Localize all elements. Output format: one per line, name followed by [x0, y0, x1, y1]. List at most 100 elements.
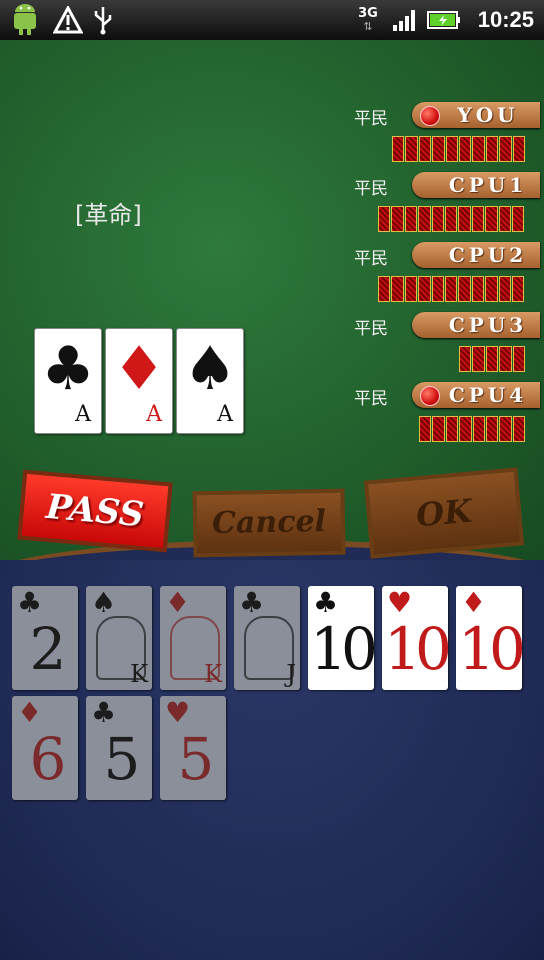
card-rank: 10	[384, 615, 448, 683]
card-back	[472, 346, 485, 372]
card-rank: 2	[29, 615, 67, 683]
card-back	[458, 276, 471, 302]
card-back	[512, 346, 525, 372]
player-name: CPU3	[448, 313, 528, 337]
player-rank: 平民	[354, 249, 388, 269]
card-backs	[378, 276, 525, 304]
hand-card[interactable]: ♦ 10	[456, 586, 522, 690]
card-back	[445, 136, 458, 162]
club-icon: ♣	[41, 334, 95, 404]
card-rank: A	[146, 402, 162, 427]
player-name: CPU1	[448, 173, 528, 197]
player-name: YOU	[457, 103, 519, 127]
hand-card[interactable]: ♣ 10	[308, 586, 374, 690]
card-back	[378, 206, 391, 232]
signal-icon	[390, 0, 420, 40]
card-back	[512, 136, 525, 162]
player-name-tag: CPU1	[412, 172, 540, 198]
card-back	[392, 136, 405, 162]
card-back	[445, 416, 459, 442]
card-rank: J	[286, 660, 296, 688]
hand-card[interactable]: ♠ K	[86, 586, 152, 690]
club-icon: ♣	[17, 586, 43, 619]
card-back	[431, 276, 444, 302]
card-rank: K	[204, 660, 222, 688]
card-rank: A	[217, 402, 233, 427]
played-card-spade-ace: ♠ A	[176, 328, 244, 434]
ok-button[interactable]: OK	[363, 467, 525, 559]
status-bar: 3G ⇅ 10:25	[0, 0, 544, 40]
card-back	[404, 206, 418, 232]
diamond-icon: ♦	[112, 334, 166, 404]
card-backs	[419, 416, 526, 444]
card-back	[499, 346, 512, 372]
played-card-diamond-ace: ♦ A	[105, 328, 173, 434]
hand-card[interactable]: ♣ J	[234, 586, 300, 690]
warning-icon	[52, 0, 84, 40]
hand-card[interactable]: ♦ K	[160, 586, 226, 690]
card-back	[471, 206, 485, 232]
heart-icon: ♥	[165, 696, 191, 729]
club-icon: ♣	[91, 696, 117, 729]
player-name-tag: YOU	[412, 102, 540, 128]
card-backs	[378, 206, 525, 234]
card-back	[418, 206, 431, 232]
network-type-label: 3G	[358, 6, 378, 21]
club-icon: ♣	[239, 586, 265, 619]
player-rank: 平民	[354, 179, 388, 199]
heart-icon: ♥	[387, 586, 413, 619]
clock: 10:25	[477, 7, 534, 32]
player-name: CPU4	[448, 383, 528, 407]
spade-icon: ♠	[183, 334, 237, 404]
player-cpu2: 平民 CPU2	[0, 240, 544, 310]
player-name: CPU2	[448, 243, 528, 267]
card-back	[405, 136, 418, 162]
card-back	[431, 206, 444, 232]
card-rank: A	[75, 402, 91, 427]
card-back	[444, 276, 458, 302]
card-back	[458, 136, 472, 162]
player-name-tag: CPU4	[412, 382, 540, 408]
card-back	[512, 416, 526, 442]
card-back	[485, 276, 498, 302]
usb-icon	[90, 0, 116, 40]
android-icon	[8, 0, 42, 40]
hand-card[interactable]: ♥ 10	[382, 586, 448, 690]
player-hand: ♣ 2 ♠ K ♦ K ♣ J ♣ 10 ♥ 10 ♦ 10 ♦ 6 ♣ 5 ♥ 5	[0, 560, 544, 960]
card-back	[485, 136, 499, 162]
diamond-icon: ♦	[165, 586, 191, 619]
card-back	[432, 416, 445, 442]
card-rank: 5	[177, 725, 215, 793]
card-back	[472, 416, 485, 442]
card-rank: K	[130, 660, 148, 688]
card-back	[378, 276, 391, 302]
card-back	[499, 136, 512, 162]
card-back	[511, 276, 525, 302]
card-back	[432, 136, 445, 162]
hand-card[interactable]: ♣ 5	[86, 696, 152, 800]
hand-card[interactable]: ♦ 6	[12, 696, 78, 800]
hand-card[interactable]: ♣ 2	[12, 586, 78, 690]
card-back	[404, 276, 418, 302]
player-cpu1: 平民 CPU1	[0, 170, 544, 240]
card-back	[391, 276, 404, 302]
card-back	[472, 136, 485, 162]
card-back	[485, 416, 499, 442]
card-rank: 10	[458, 615, 522, 683]
turn-indicator-icon	[420, 106, 440, 126]
card-back	[485, 206, 498, 232]
card-back	[498, 206, 511, 232]
card-back	[459, 346, 472, 372]
card-back	[459, 416, 472, 442]
card-back	[498, 276, 511, 302]
played-card-club-ace: ♣ A	[34, 328, 102, 434]
card-back	[499, 416, 512, 442]
player-rank: 平民	[354, 319, 388, 339]
3g-icon: 3G ⇅	[358, 6, 378, 33]
card-back	[391, 206, 404, 232]
card-rank: 10	[310, 615, 374, 683]
player-name-tag: CPU2	[412, 242, 540, 268]
hand-card[interactable]: ♥ 5	[160, 696, 226, 800]
pass-button[interactable]: PASS	[17, 469, 173, 553]
cancel-button[interactable]: Cancel	[192, 488, 346, 558]
